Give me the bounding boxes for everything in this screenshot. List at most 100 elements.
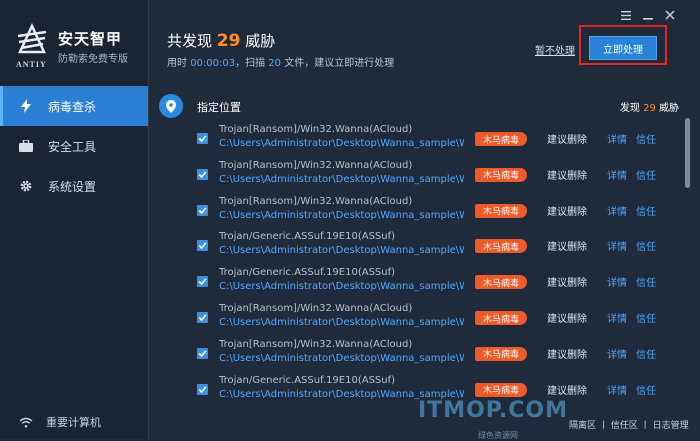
- table-row: Trojan/Generic.ASSuf.19E10(ASSuf) C:\User…: [149, 227, 689, 263]
- row-checkbox[interactable]: [197, 240, 208, 252]
- table-row: Trojan[Ransom]/Win32.Wanna(ACloud) C:\Use…: [149, 192, 689, 228]
- threat-path: C:\Users\Administrator\Desktop\Wanna_sam…: [219, 173, 464, 185]
- sidebar-item-security-tools[interactable]: 安全工具: [0, 126, 148, 166]
- trust-link[interactable]: 信任: [636, 382, 656, 397]
- log-management-link[interactable]: 日志管理: [653, 421, 689, 431]
- sidebar-item-label: 系统设置: [48, 179, 97, 194]
- row-checkbox[interactable]: [197, 276, 208, 288]
- row-checkbox[interactable]: [197, 204, 208, 216]
- table-row: Trojan[Ransom]/Win32.Wanna(ACloud) C:\Use…: [149, 120, 689, 156]
- suggested-action: 建议删除: [547, 349, 587, 361]
- sidebar-item-label: 安全工具: [48, 139, 97, 154]
- table-row: Trojan[Ransom]/Win32.Wanna(ACloud) C:\Use…: [149, 335, 689, 371]
- app-logo: ANTIY 安天智甲 防勒索免费专版: [16, 22, 136, 72]
- lightning-icon: [18, 98, 34, 114]
- table-row: Trojan[Ransom]/Win32.Wanna(ACloud) C:\Use…: [149, 299, 689, 335]
- scan-result-title: 共发现 29 威胁: [167, 31, 276, 51]
- sidebar: ANTIY 安天智甲 防勒索免费专版 病毒查杀 安全工具 系统设置 重要计算机: [0, 0, 149, 439]
- briefcase-icon: [18, 138, 34, 154]
- threat-type-badge: 木马病毒: [475, 132, 527, 146]
- details-link[interactable]: 详情: [607, 382, 627, 397]
- suggested-action: 建议删除: [547, 206, 587, 218]
- location-pin-icon: [159, 94, 183, 118]
- scan-duration: 00:00:03: [190, 58, 236, 69]
- threat-path: C:\Users\Administrator\Desktop\Wanna_sam…: [219, 281, 464, 293]
- scrollbar-thumb[interactable]: [685, 118, 690, 188]
- trust-link[interactable]: 信任: [636, 238, 656, 253]
- suggested-action: 建议删除: [547, 242, 587, 254]
- scan-summary: 用时 00:00:03，扫描 20 文件，建议立即进行处理: [167, 58, 395, 69]
- threat-type-badge: 木马病毒: [475, 167, 527, 182]
- trust-link[interactable]: 信任: [636, 346, 656, 361]
- window-controls: [615, 6, 681, 24]
- suggested-action: 建议删除: [547, 385, 587, 397]
- details-link[interactable]: 详情: [607, 346, 627, 361]
- threat-type-badge: 木马病毒: [475, 203, 527, 218]
- trust-zone-link[interactable]: 信任区: [611, 421, 638, 431]
- restart-computer-link[interactable]: 重要计算机: [18, 414, 101, 430]
- watermark-sub: 绿色资源网: [478, 431, 518, 440]
- gear-icon: [18, 178, 34, 194]
- threat-path: C:\Users\Administrator\Desktop\Wanna_sam…: [219, 138, 464, 149]
- threat-name: Trojan[Ransom]/Win32.Wanna(ACloud): [219, 159, 413, 171]
- suggested-action: 建议删除: [547, 170, 587, 182]
- restart-label: 重要计算机: [46, 416, 101, 429]
- threat-name: Trojan[Ransom]/Win32.Wanna(ACloud): [219, 124, 413, 135]
- watermark: ITMOP.COM: [418, 398, 568, 423]
- trust-link[interactable]: 信任: [636, 310, 656, 325]
- antiy-logo-icon: [17, 23, 47, 54]
- scanned-file-count: 20: [268, 58, 282, 69]
- logo-text: ANTIY: [16, 60, 47, 69]
- process-now-button[interactable]: 立即处理: [589, 36, 657, 60]
- suggested-action: 建议删除: [547, 278, 587, 290]
- threat-name: Trojan[Ransom]/Win32.Wanna(ACloud): [219, 338, 413, 350]
- skip-processing-link[interactable]: 暂不处理: [535, 42, 575, 57]
- app-title: 安天智甲: [58, 30, 123, 48]
- threat-path: C:\Users\Administrator\Desktop\Wanna_sam…: [219, 317, 464, 328]
- group-label: 指定位置: [197, 101, 241, 114]
- trust-link[interactable]: 信任: [636, 203, 656, 218]
- threat-count: 29: [216, 31, 241, 51]
- row-checkbox[interactable]: [197, 168, 208, 180]
- threat-name: Trojan[Ransom]/Win32.Wanna(ACloud): [219, 195, 413, 207]
- details-link[interactable]: 详情: [607, 238, 627, 253]
- row-checkbox[interactable]: [197, 133, 208, 144]
- scrollbar[interactable]: [685, 118, 690, 418]
- minimize-icon[interactable]: [637, 6, 659, 24]
- row-checkbox[interactable]: [197, 312, 208, 323]
- table-row: Trojan[Ransom]/Win32.Wanna(ACloud) C:\Use…: [149, 156, 689, 192]
- app-tagline: 防勒索免费专版: [58, 54, 128, 65]
- trust-link[interactable]: 信任: [636, 131, 656, 146]
- quarantine-link[interactable]: 隔离区: [569, 421, 596, 431]
- details-link[interactable]: 详情: [607, 274, 627, 289]
- threat-type-badge: 木马病毒: [475, 275, 527, 290]
- main-panel: 共发现 29 威胁 用时 00:00:03，扫描 20 文件，建议立即进行处理 …: [149, 0, 700, 439]
- details-link[interactable]: 详情: [607, 203, 627, 218]
- details-link[interactable]: 详情: [607, 310, 627, 325]
- location-group-header: 指定位置 发现 29 威胁: [159, 94, 679, 118]
- row-checkbox[interactable]: [197, 347, 208, 359]
- trust-link[interactable]: 信任: [636, 274, 656, 289]
- trust-link[interactable]: 信任: [636, 167, 656, 182]
- threat-path: C:\Users\Administrator\Desktop\Wanna_sam…: [219, 245, 464, 257]
- threat-path: C:\Users\Administrator\Desktop\Wanna_sam…: [219, 352, 464, 364]
- group-threat-count: 发现 29 威胁: [619, 103, 679, 114]
- footer-links: 隔离区 丨 信任区 丨 日志管理: [569, 421, 689, 431]
- threat-type-badge: 木马病毒: [475, 311, 527, 325]
- threat-type-badge: 木马病毒: [475, 382, 527, 397]
- suggested-action: 建议删除: [547, 314, 587, 325]
- sidebar-item-label: 病毒查杀: [48, 99, 97, 114]
- sidebar-nav: 病毒查杀 安全工具 系统设置: [0, 86, 148, 206]
- sidebar-item-virus-scan[interactable]: 病毒查杀: [0, 86, 148, 126]
- threat-type-badge: 木马病毒: [475, 239, 527, 254]
- table-row: Trojan/Generic.ASSuf.19E10(ASSuf) C:\User…: [149, 263, 689, 299]
- menu-icon[interactable]: [615, 6, 637, 24]
- details-link[interactable]: 详情: [607, 131, 627, 146]
- close-icon[interactable]: [659, 6, 681, 24]
- details-link[interactable]: 详情: [607, 167, 627, 182]
- row-checkbox[interactable]: [197, 383, 208, 395]
- threat-path: C:\Users\Administrator\Desktop\Wanna_sam…: [219, 209, 464, 221]
- threat-name: Trojan/Generic.ASSuf.19E10(ASSuf): [219, 267, 396, 279]
- sidebar-item-settings[interactable]: 系统设置: [0, 166, 148, 206]
- wifi-icon: [18, 414, 34, 430]
